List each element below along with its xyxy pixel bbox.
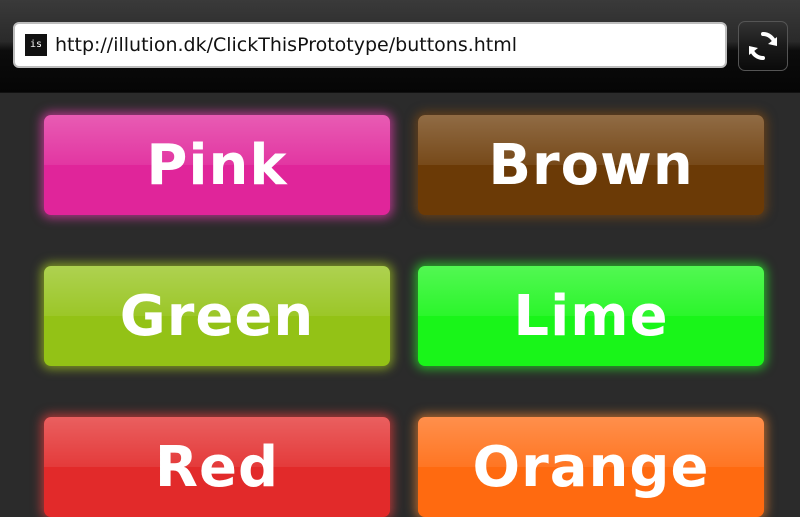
green-button-label: Green <box>119 283 315 349</box>
refresh-button[interactable] <box>738 21 788 71</box>
pink-button-label: Pink <box>146 132 288 198</box>
browser-toolbar: is http://illution.dk/ClickThisPrototype… <box>0 0 800 93</box>
pink-button[interactable]: Pink <box>44 115 390 215</box>
red-button-label: Red <box>154 434 280 500</box>
button-grid: Pink Brown Green Lime Red Orange <box>0 93 800 517</box>
site-favicon-icon: is <box>25 34 47 56</box>
url-text[interactable]: http://illution.dk/ClickThisPrototype/bu… <box>55 34 517 56</box>
lime-button-label: Lime <box>513 283 669 349</box>
refresh-icon <box>749 31 777 61</box>
brown-button[interactable]: Brown <box>418 115 764 215</box>
orange-button-label: Orange <box>472 434 710 500</box>
url-field[interactable]: is http://illution.dk/ClickThisPrototype… <box>13 22 727 68</box>
red-button[interactable]: Red <box>44 417 390 517</box>
lime-button[interactable]: Lime <box>418 266 764 366</box>
orange-button[interactable]: Orange <box>418 417 764 517</box>
green-button[interactable]: Green <box>44 266 390 366</box>
brown-button-label: Brown <box>488 132 694 198</box>
